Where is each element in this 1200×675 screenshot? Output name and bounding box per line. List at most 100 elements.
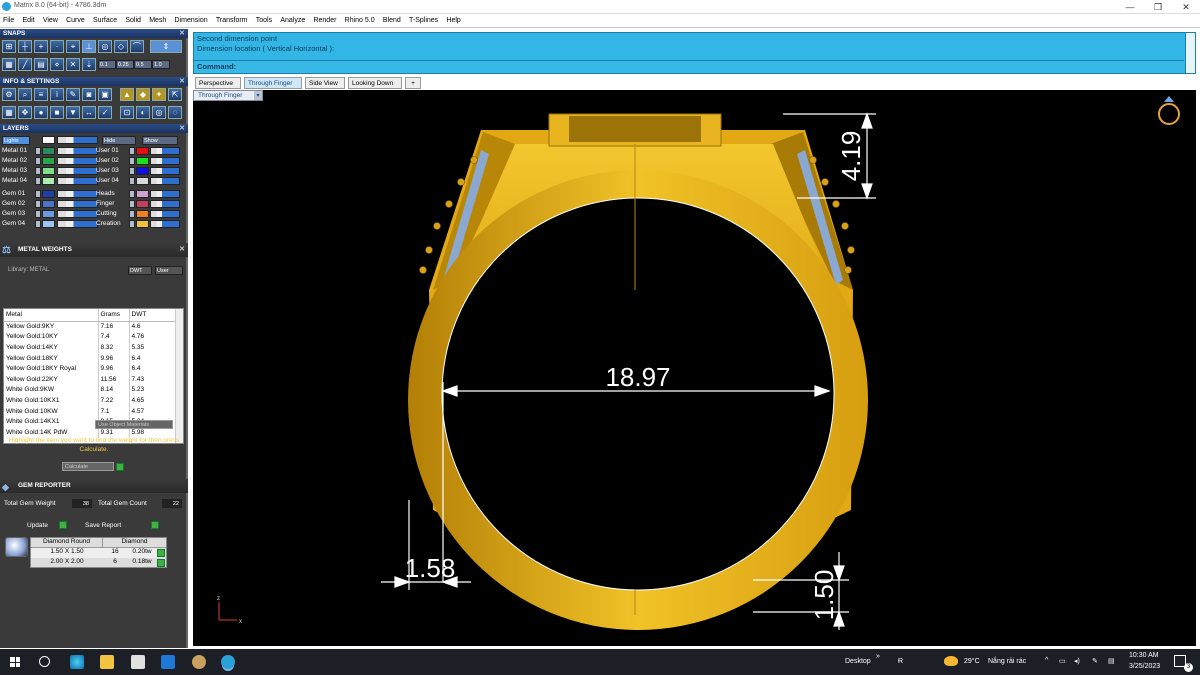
layer-swatch[interactable] — [42, 147, 55, 155]
gem-row-select[interactable] — [157, 559, 165, 567]
table-row[interactable]: White Gold:10KW 7.1 4.57 — [4, 405, 176, 417]
lights-layer-controls[interactable] — [57, 136, 98, 144]
chevron-down-icon[interactable]: ▾ — [254, 91, 262, 100]
layer-controls[interactable] — [57, 167, 98, 175]
keyboard-icon[interactable]: ▤ — [1108, 657, 1115, 665]
edge-icon[interactable] — [70, 655, 84, 669]
lights-layer[interactable]: Lights — [2, 136, 30, 145]
pen-icon[interactable]: ✎ — [1092, 657, 1098, 665]
lights-swatch[interactable] — [42, 136, 55, 144]
speaker-icon[interactable]: ◂) — [1074, 657, 1080, 665]
layer-swatch[interactable] — [136, 167, 149, 175]
layer-toggle[interactable] — [35, 157, 41, 165]
viewport-label[interactable]: Through Finger ▾ — [193, 90, 263, 101]
menu-tools[interactable]: Tools — [253, 14, 275, 28]
layer-swatch[interactable] — [42, 177, 55, 185]
layer-toggle[interactable] — [129, 177, 135, 185]
layer-toggle[interactable] — [129, 147, 135, 155]
layer-toggle[interactable] — [129, 167, 135, 175]
command-scrollbar[interactable] — [1185, 33, 1195, 73]
tab-through-finger[interactable]: Through Finger — [244, 77, 302, 89]
hide-button[interactable]: Hide — [102, 136, 136, 145]
layer-swatch[interactable] — [42, 210, 55, 218]
ghost-icon[interactable]: ◌ — [168, 106, 182, 119]
tab-looking-down[interactable]: Looking Down — [348, 77, 402, 89]
menu-help[interactable]: Help — [443, 14, 463, 28]
image-icon[interactable]: ▣ — [98, 88, 112, 101]
save-report-button[interactable] — [151, 521, 159, 529]
store-icon[interactable] — [131, 655, 145, 669]
close-icon[interactable]: ✕ — [179, 29, 185, 38]
layer-toggle[interactable] — [129, 157, 135, 165]
gem-row-select[interactable] — [157, 549, 165, 557]
people-icon[interactable]: Ɍ — [898, 658, 903, 665]
layer-swatch[interactable] — [42, 200, 55, 208]
layer-controls[interactable] — [150, 210, 180, 218]
table-row[interactable]: White Gold:9KW 8.14 5.23 — [4, 384, 176, 396]
menu-file[interactable]: File — [0, 14, 17, 28]
layer-toggle[interactable] — [129, 190, 135, 198]
snap-value-3[interactable]: 1.0 — [152, 60, 170, 69]
layer-toggle[interactable] — [129, 220, 135, 228]
export-icon[interactable]: ⇱ — [168, 88, 182, 101]
material-icon[interactable]: ◆ — [136, 88, 150, 101]
layer-swatch[interactable] — [136, 157, 149, 165]
layer-swatch[interactable] — [42, 220, 55, 228]
matrix-taskbar-icon[interactable] — [221, 655, 235, 669]
calculate-field[interactable]: Calculate — [62, 462, 114, 471]
menu-dimension[interactable]: Dimension — [172, 14, 211, 28]
layer-controls[interactable] — [150, 147, 180, 155]
layer-swatch[interactable] — [136, 190, 149, 198]
layer-controls[interactable] — [150, 200, 180, 208]
table-row[interactable]: Yellow Gold:14KY 8.32 5.35 — [4, 342, 176, 353]
layer-swatch[interactable] — [136, 220, 149, 228]
app-icon[interactable] — [192, 655, 206, 669]
menu-solid[interactable]: Solid — [122, 14, 144, 28]
desktop-label[interactable]: Desktop — [845, 658, 871, 665]
chevron-right-icon[interactable]: » — [876, 653, 880, 660]
layer-controls[interactable] — [150, 157, 180, 165]
menu-render[interactable]: Render — [310, 14, 339, 28]
weather-description[interactable]: Nắng rải rác — [988, 658, 1026, 665]
search-icon[interactable] — [39, 656, 50, 667]
minimize-button[interactable]: — — [1116, 0, 1144, 14]
layer-icon[interactable]: ≡ — [34, 88, 48, 101]
snap-tan-icon[interactable]: ⌒ — [130, 40, 144, 53]
layer-toggle[interactable] — [35, 190, 41, 198]
layer-swatch[interactable] — [136, 200, 149, 208]
maximize-button[interactable]: ❐ — [1144, 0, 1172, 14]
snap-plane-icon[interactable]: ▦ — [2, 58, 16, 71]
wire-icon[interactable]: ⊡ — [120, 106, 134, 119]
grid-icon[interactable]: ▦ — [2, 106, 16, 119]
camera-tray-icon[interactable]: ▭ — [1059, 657, 1066, 665]
shade-icon[interactable]: ◐ — [136, 106, 150, 119]
check-icon[interactable]: ✓ — [98, 106, 112, 119]
snap-grid-icon[interactable]: ⊞ — [2, 40, 16, 53]
file-explorer-icon[interactable] — [100, 655, 114, 669]
snap-value-1[interactable]: 0.25 — [116, 60, 134, 69]
layer-toggle[interactable] — [35, 210, 41, 218]
start-button[interactable] — [10, 657, 20, 667]
close-icon[interactable]: ✕ — [179, 124, 185, 133]
snap-point-icon[interactable]: · — [50, 40, 64, 53]
snap-mid-icon[interactable]: + — [34, 40, 48, 53]
layer-toggle[interactable] — [35, 167, 41, 175]
layer-swatch[interactable] — [42, 167, 55, 175]
table-row[interactable]: Yellow Gold:10KY 7.4 4.76 — [4, 331, 176, 343]
layer-controls[interactable] — [150, 220, 180, 228]
weather-temperature[interactable]: 29°C — [964, 658, 980, 665]
menu-rhino[interactable]: Rhino 5.0 — [342, 14, 378, 28]
snap-near-icon[interactable]: ⌖ — [66, 40, 80, 53]
close-icon[interactable]: ✕ — [179, 243, 185, 257]
menu-surface[interactable]: Surface — [90, 14, 120, 28]
chevron-up-icon[interactable]: ^ — [1045, 657, 1048, 664]
layer-controls[interactable] — [57, 190, 98, 198]
add-tab-button[interactable]: + — [405, 77, 421, 89]
sphere-icon[interactable]: ● — [34, 106, 48, 119]
tab-side-view[interactable]: Side View — [305, 77, 345, 89]
menu-tsplines[interactable]: T-Splines — [406, 14, 441, 28]
calculate-button[interactable] — [116, 463, 124, 471]
close-icon[interactable]: ✕ — [179, 77, 185, 86]
menu-blend[interactable]: Blend — [380, 14, 404, 28]
table-row[interactable]: Yellow Gold:18KY Royal 9.96 6.4 — [4, 363, 176, 374]
